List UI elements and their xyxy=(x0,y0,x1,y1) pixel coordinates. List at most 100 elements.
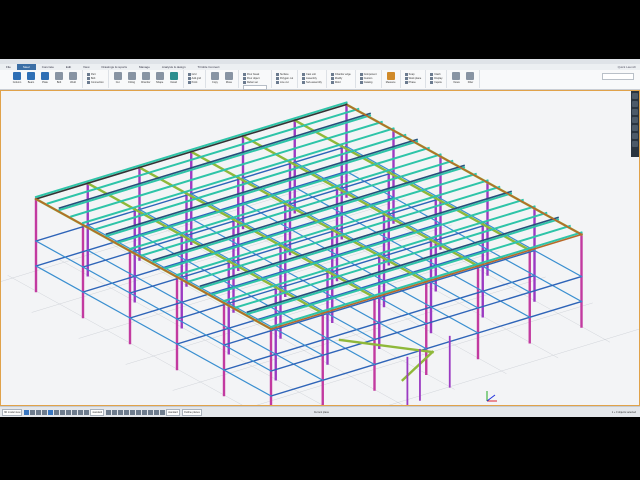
ribbon-groups: Column Beam Plate Bolt Weld Part Bolt Connectio… xyxy=(8,70,481,90)
ribbon-group: Clash Display Inquire xyxy=(426,70,448,88)
snap-free-icon[interactable] xyxy=(148,409,154,415)
small-tool-icon xyxy=(302,80,306,84)
move-icon xyxy=(224,72,233,80)
roof-purlin[interactable] xyxy=(105,140,419,238)
snap-geometry-icon[interactable] xyxy=(154,409,160,415)
ribbon-group: Copy Move xyxy=(206,70,239,88)
ribbon-search-input[interactable] xyxy=(602,73,634,80)
chamfer-tool-button[interactable]: Chamfer xyxy=(140,72,152,84)
fitting-icon xyxy=(127,72,136,80)
ribbon-small-column: Component Custom Catalog xyxy=(359,72,377,84)
views-tool-button[interactable]: Views xyxy=(450,72,462,84)
ribbon-group: Component Custom Catalog xyxy=(356,70,382,88)
tool-label: Beam xyxy=(27,81,35,84)
ribbon-small-button[interactable]: Phase xyxy=(404,80,422,84)
small-tool-icon xyxy=(359,80,363,84)
snap-nearest-icon[interactable] xyxy=(142,409,148,415)
select-all-icon[interactable] xyxy=(24,409,30,415)
ribbon-group: Pour break Pour object Rebar set xyxy=(239,70,272,90)
weld-tool-button[interactable]: Weld xyxy=(67,72,79,84)
ribbon-small-button[interactable]: Weld xyxy=(330,80,351,84)
snap-line-icon[interactable] xyxy=(136,409,142,415)
plate-tool-button[interactable]: Plate xyxy=(39,72,51,84)
ribbon-group: Part Bolt Connection xyxy=(83,70,109,88)
roof-purlin[interactable] xyxy=(117,146,430,244)
beam-tool-button[interactable]: Beam xyxy=(25,72,37,84)
tool-label: Bolt xyxy=(56,81,62,84)
select-welds-icon[interactable] xyxy=(42,409,48,415)
move-tool-button[interactable]: Move xyxy=(223,72,235,84)
roof-purlin[interactable] xyxy=(199,192,513,290)
cut-tool-button[interactable]: Cut xyxy=(112,72,124,84)
select-cuts-icon[interactable] xyxy=(72,409,78,415)
roof-purlin[interactable] xyxy=(187,185,501,283)
select-assembly-icon[interactable] xyxy=(84,409,90,415)
ribbon-small-button[interactable]: Inquire xyxy=(430,80,442,84)
select-reinforcement-icon[interactable] xyxy=(78,409,84,415)
fitting-tool-button[interactable]: Fitting xyxy=(126,72,138,84)
ribbon-small-button[interactable]: Catalog xyxy=(359,80,377,84)
snap-end-icon[interactable] xyxy=(106,409,112,415)
properties-icon[interactable] xyxy=(632,93,638,99)
quick-launch[interactable]: Quick Launch xyxy=(618,65,640,69)
ribbon-small-button[interactable]: Sub-assembly xyxy=(302,80,322,84)
roof-purlin[interactable] xyxy=(46,107,360,205)
roof-purlin[interactable] xyxy=(152,166,466,264)
filter-select-1[interactable]: standard xyxy=(90,408,105,416)
ribbon-small-button[interactable]: Rebar set xyxy=(242,80,267,84)
ribbon-small-column: Cast unit Assembly Sub-assembly xyxy=(302,72,322,84)
small-tool-label: Sub-assembly xyxy=(306,80,322,84)
settings-icon[interactable] xyxy=(632,117,638,123)
select-points-icon[interactable] xyxy=(60,409,66,415)
ribbon-small-button[interactable]: Line cut xyxy=(275,80,293,84)
ribbon-small-button[interactable]: Connection xyxy=(87,80,104,84)
column-tool-button[interactable]: Column xyxy=(11,72,23,84)
detail-tool-button[interactable]: Detail xyxy=(168,72,180,84)
ribbon-group: Column Beam Plate Bolt Weld xyxy=(8,70,83,88)
small-tool-label: Weld xyxy=(334,80,341,84)
roof-purlin[interactable] xyxy=(93,133,407,231)
copy-tool-button[interactable]: Copy xyxy=(209,72,221,84)
filter-select-2[interactable]: standard xyxy=(166,408,180,416)
roof-purlin[interactable] xyxy=(234,211,548,309)
small-tool-label: Phase xyxy=(408,80,416,84)
model-view-3d[interactable] xyxy=(0,90,640,406)
ribbon-group: Snap Work plane Phase xyxy=(401,70,427,88)
roof-purlin[interactable] xyxy=(140,159,454,257)
roof-purlin[interactable] xyxy=(58,114,372,212)
snap-perpendicular-icon[interactable] xyxy=(130,409,136,415)
measure-tool-button[interactable]: Measure xyxy=(385,72,397,84)
steel-structure-model[interactable] xyxy=(1,91,639,405)
roof-purlin[interactable] xyxy=(246,218,560,316)
snap-mid-icon[interactable] xyxy=(112,409,118,415)
small-tool-label: Point xyxy=(191,80,198,84)
tool-label: Fitting xyxy=(128,81,136,84)
shape-tool-button[interactable]: Shape xyxy=(154,72,166,84)
snap-intersection-icon[interactable] xyxy=(124,409,130,415)
shape-icon xyxy=(155,72,164,80)
snap-center-icon[interactable] xyxy=(118,409,124,415)
grid-line[interactable] xyxy=(59,259,351,405)
views-icon[interactable] xyxy=(632,101,638,107)
select-grids-icon[interactable] xyxy=(54,409,60,415)
ribbon-small-button[interactable]: Point xyxy=(187,80,201,84)
plane-select[interactable]: Outline planes xyxy=(181,408,202,416)
tool-label: Cut xyxy=(115,81,120,84)
tool-label: Detail xyxy=(170,81,177,84)
filter-tool-button[interactable]: Filter xyxy=(464,72,476,84)
select-components-icon[interactable] xyxy=(48,409,54,415)
snap-reference-icon[interactable] xyxy=(160,409,166,415)
select-planes-icon[interactable] xyxy=(66,409,72,415)
ribbon-group: Measure xyxy=(382,70,401,88)
select-bolts-icon[interactable] xyxy=(36,409,42,415)
help-icon[interactable] xyxy=(632,125,638,131)
search-icon[interactable] xyxy=(632,133,638,139)
bolt-tool-button[interactable]: Bolt xyxy=(53,72,65,84)
view-select[interactable]: 3D model view xyxy=(2,408,23,416)
roof-purlin[interactable] xyxy=(70,120,383,218)
tool-label: Chamfer xyxy=(140,81,151,84)
ribbon-group: Views Filter xyxy=(447,70,481,88)
layers-icon[interactable] xyxy=(632,141,638,147)
select-parts-icon[interactable] xyxy=(30,409,36,415)
catalog-icon[interactable] xyxy=(632,109,638,115)
